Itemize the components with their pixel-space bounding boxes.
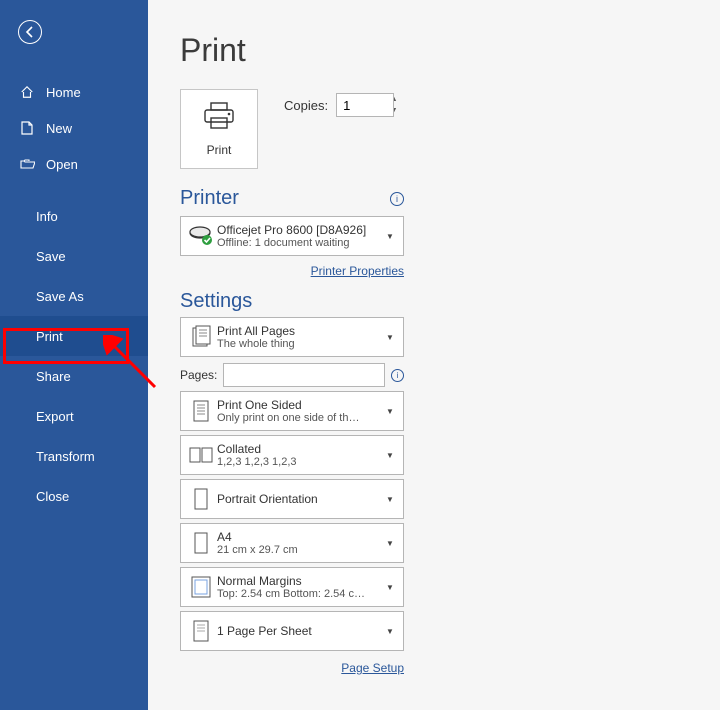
printer-info-icon[interactable]: i <box>390 192 404 206</box>
settings-heading: Settings <box>180 290 252 313</box>
chevron-down-icon: ▼ <box>383 495 397 504</box>
pages-label: Pages: <box>180 368 217 382</box>
sidebar-item-save-as[interactable]: Save As <box>0 276 148 316</box>
sidebar-label: Save As <box>36 289 84 304</box>
setting-margins[interactable]: Normal MarginsTop: 2.54 cm Bottom: 2.54 … <box>180 567 404 607</box>
sidebar-item-new[interactable]: New <box>0 110 148 146</box>
collated-icon <box>187 446 215 464</box>
sidebar-label: Close <box>36 489 69 504</box>
printer-name: Officejet Pro 8600 [D8A926] <box>217 223 383 237</box>
printer-heading: Printer <box>180 187 239 210</box>
backstage-sidebar: Home New Open Info Save Save As Print Sh… <box>0 0 148 710</box>
sidebar-item-close[interactable]: Close <box>0 476 148 516</box>
sidebar-item-info[interactable]: Info <box>0 196 148 236</box>
printer-icon <box>202 102 236 135</box>
sidebar-label: Print <box>36 329 63 344</box>
print-button[interactable]: Print <box>180 89 258 169</box>
printer-properties-link[interactable]: Printer Properties <box>311 264 404 278</box>
page-setup-link[interactable]: Page Setup <box>341 661 404 675</box>
back-button[interactable] <box>18 20 42 44</box>
setting-collation[interactable]: Collated1,2,3 1,2,3 1,2,3 ▼ <box>180 435 404 475</box>
chevron-down-icon: ▼ <box>383 539 397 548</box>
setting-paper-size[interactable]: A421 cm x 29.7 cm ▼ <box>180 523 404 563</box>
sidebar-item-home[interactable]: Home <box>0 74 148 110</box>
copies-input[interactable] <box>336 93 394 117</box>
chevron-down-icon: ▼ <box>383 407 397 416</box>
print-button-label: Print <box>207 143 232 157</box>
sidebar-label: Info <box>36 209 58 224</box>
open-folder-icon <box>18 158 36 170</box>
sidebar-item-save[interactable]: Save <box>0 236 148 276</box>
setting-print-range[interactable]: Print All PagesThe whole thing ▼ <box>180 317 404 357</box>
sidebar-item-share[interactable]: Share <box>0 356 148 396</box>
page-title: Print <box>180 32 720 69</box>
setting-sides[interactable]: Print One SidedOnly print on one side of… <box>180 391 404 431</box>
margins-icon <box>187 576 215 598</box>
sidebar-label: Share <box>36 369 71 384</box>
setting-orientation[interactable]: Portrait Orientation ▼ <box>180 479 404 519</box>
pages-input[interactable] <box>223 363 385 387</box>
home-icon <box>18 85 36 99</box>
sidebar-label: Open <box>46 157 78 172</box>
pages-per-sheet-icon <box>187 620 215 642</box>
sidebar-item-transform[interactable]: Transform <box>0 436 148 476</box>
chevron-down-icon: ▼ <box>383 451 397 460</box>
page-size-icon <box>187 532 215 554</box>
copies-label: Copies: <box>284 98 328 113</box>
sidebar-label: Export <box>36 409 74 424</box>
new-doc-icon <box>18 121 36 135</box>
sidebar-label: Transform <box>36 449 95 464</box>
setting-pages-per-sheet[interactable]: 1 Page Per Sheet ▼ <box>180 611 404 651</box>
chevron-down-icon: ▼ <box>383 232 397 241</box>
sidebar-item-print[interactable]: Print <box>0 316 148 356</box>
chevron-down-icon: ▼ <box>383 627 397 636</box>
chevron-down-icon: ▼ <box>383 333 397 342</box>
sidebar-item-open[interactable]: Open <box>0 146 148 182</box>
sidebar-item-export[interactable]: Export <box>0 396 148 436</box>
sidebar-label: Home <box>46 85 81 100</box>
pages-info-icon[interactable]: i <box>391 369 404 382</box>
pages-icon <box>187 325 215 349</box>
portrait-icon <box>187 488 215 510</box>
one-sided-icon <box>187 399 215 423</box>
printer-status: Offline: 1 document waiting <box>217 237 383 249</box>
printer-dropdown[interactable]: Officejet Pro 8600 [D8A926] Offline: 1 d… <box>180 216 404 256</box>
print-pane: Print Print Copies: ▲ ▼ Printer i <box>148 0 720 710</box>
printer-status-icon <box>187 225 215 247</box>
sidebar-label: Save <box>36 249 66 264</box>
sidebar-label: New <box>46 121 72 136</box>
chevron-down-icon: ▼ <box>383 583 397 592</box>
